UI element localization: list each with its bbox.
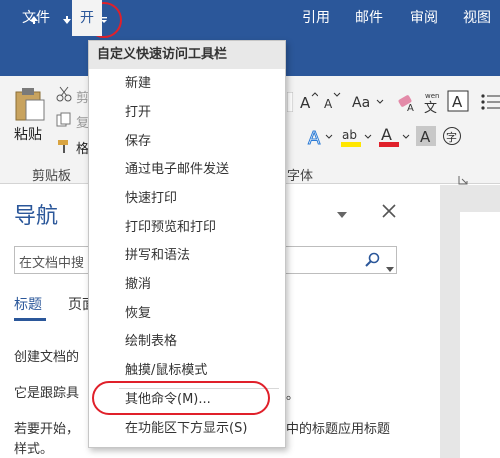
nav-text-line: 样式。 (14, 442, 54, 457)
nav-text-line-tail: 中的标题应用标题 (286, 422, 391, 437)
search-options-chevron-icon[interactable] (386, 258, 394, 277)
menu-item-spelling[interactable]: 拼写和语法 (89, 241, 285, 270)
menu-header: 自定义快速访问工具栏 (89, 41, 285, 69)
annotation-oval (92, 381, 270, 415)
document-page[interactable] (460, 212, 500, 458)
paste-label[interactable]: 粘贴 (14, 124, 42, 144)
svg-text:A: A (300, 94, 311, 112)
nav-text-line-tail: 。 (286, 388, 300, 403)
tab-mailings[interactable]: 邮件 (355, 0, 383, 36)
svg-text:A: A (381, 125, 392, 144)
bullet-list-icon[interactable] (480, 92, 500, 116)
highlight-color-icon[interactable]: ab (340, 124, 374, 154)
copy-icon[interactable] (56, 112, 72, 132)
font-group-label: 字体 (287, 169, 314, 184)
nav-title: 导航 (14, 204, 59, 229)
menu-item-open[interactable]: 打开 (89, 98, 285, 127)
svg-text:A: A (324, 97, 333, 111)
close-icon[interactable] (382, 203, 396, 222)
cut-icon[interactable] (56, 86, 72, 106)
font-size-box[interactable] (286, 91, 294, 116)
menu-item-show-below-ribbon[interactable]: 在功能区下方显示(S) (89, 414, 285, 443)
svg-text:wen: wen (425, 92, 439, 100)
svg-text:ab: ab (342, 128, 357, 142)
clipboard-group-label: 剪贴板 (32, 169, 72, 184)
menu-item-new[interactable]: 新建 (89, 69, 285, 98)
menu-item-quick-print[interactable]: 快速打印 (89, 184, 285, 213)
svg-text:A: A (420, 128, 431, 146)
menu-item-print-preview[interactable]: 打印预览和打印 (89, 213, 285, 242)
text-effects-icon[interactable]: A (306, 126, 336, 152)
svg-text:文: 文 (424, 101, 437, 114)
menu-item-draw-table[interactable]: 绘制表格 (89, 327, 285, 356)
svg-text:A: A (407, 103, 414, 112)
enclosed-character-icon[interactable]: A (447, 90, 469, 116)
menu-item-email[interactable]: 通过电子邮件发送 (89, 155, 285, 184)
format-painter-icon[interactable] (56, 138, 72, 158)
font-color-icon[interactable]: A (378, 124, 412, 154)
change-case-icon[interactable]: Aa (352, 92, 386, 116)
clear-formatting-icon[interactable]: A (396, 92, 418, 116)
nav-text-line: 创建文档的 (14, 350, 80, 365)
nav-text-line: 它是跟踪具 (14, 386, 80, 401)
tab-headings[interactable]: 标题 (14, 294, 42, 314)
nav-text-line: 若要开始， (14, 422, 80, 437)
search-icon[interactable] (365, 252, 381, 272)
tab-home[interactable]: 开 (72, 0, 102, 36)
tab-review[interactable]: 审阅 (410, 0, 438, 36)
paste-icon[interactable] (12, 86, 46, 126)
menu-item-undo[interactable]: 撤消 (89, 270, 285, 299)
tab-file[interactable]: 文件 (22, 0, 50, 36)
shrink-font-icon[interactable]: A (322, 92, 342, 116)
search-input[interactable]: 在文档中搜 (19, 252, 84, 271)
svg-text:A: A (308, 128, 321, 148)
phonetic-guide-icon[interactable]: wen 文 (422, 90, 444, 118)
tab-view[interactable]: 视图 (463, 0, 491, 36)
svg-text:Aa: Aa (352, 95, 370, 111)
character-shading-icon[interactable]: A (416, 126, 436, 150)
active-tab-indicator (14, 318, 46, 321)
svg-text:字: 字 (446, 130, 457, 144)
nav-options-chevron-icon[interactable] (336, 205, 348, 224)
grow-font-icon[interactable]: A (298, 92, 319, 116)
menu-item-save[interactable]: 保存 (89, 127, 285, 156)
svg-text:A: A (452, 93, 463, 111)
encircle-character-icon[interactable]: 字 (442, 126, 462, 150)
menu-item-redo[interactable]: 恢复 (89, 299, 285, 328)
tab-references[interactable]: 引用 (302, 0, 330, 36)
